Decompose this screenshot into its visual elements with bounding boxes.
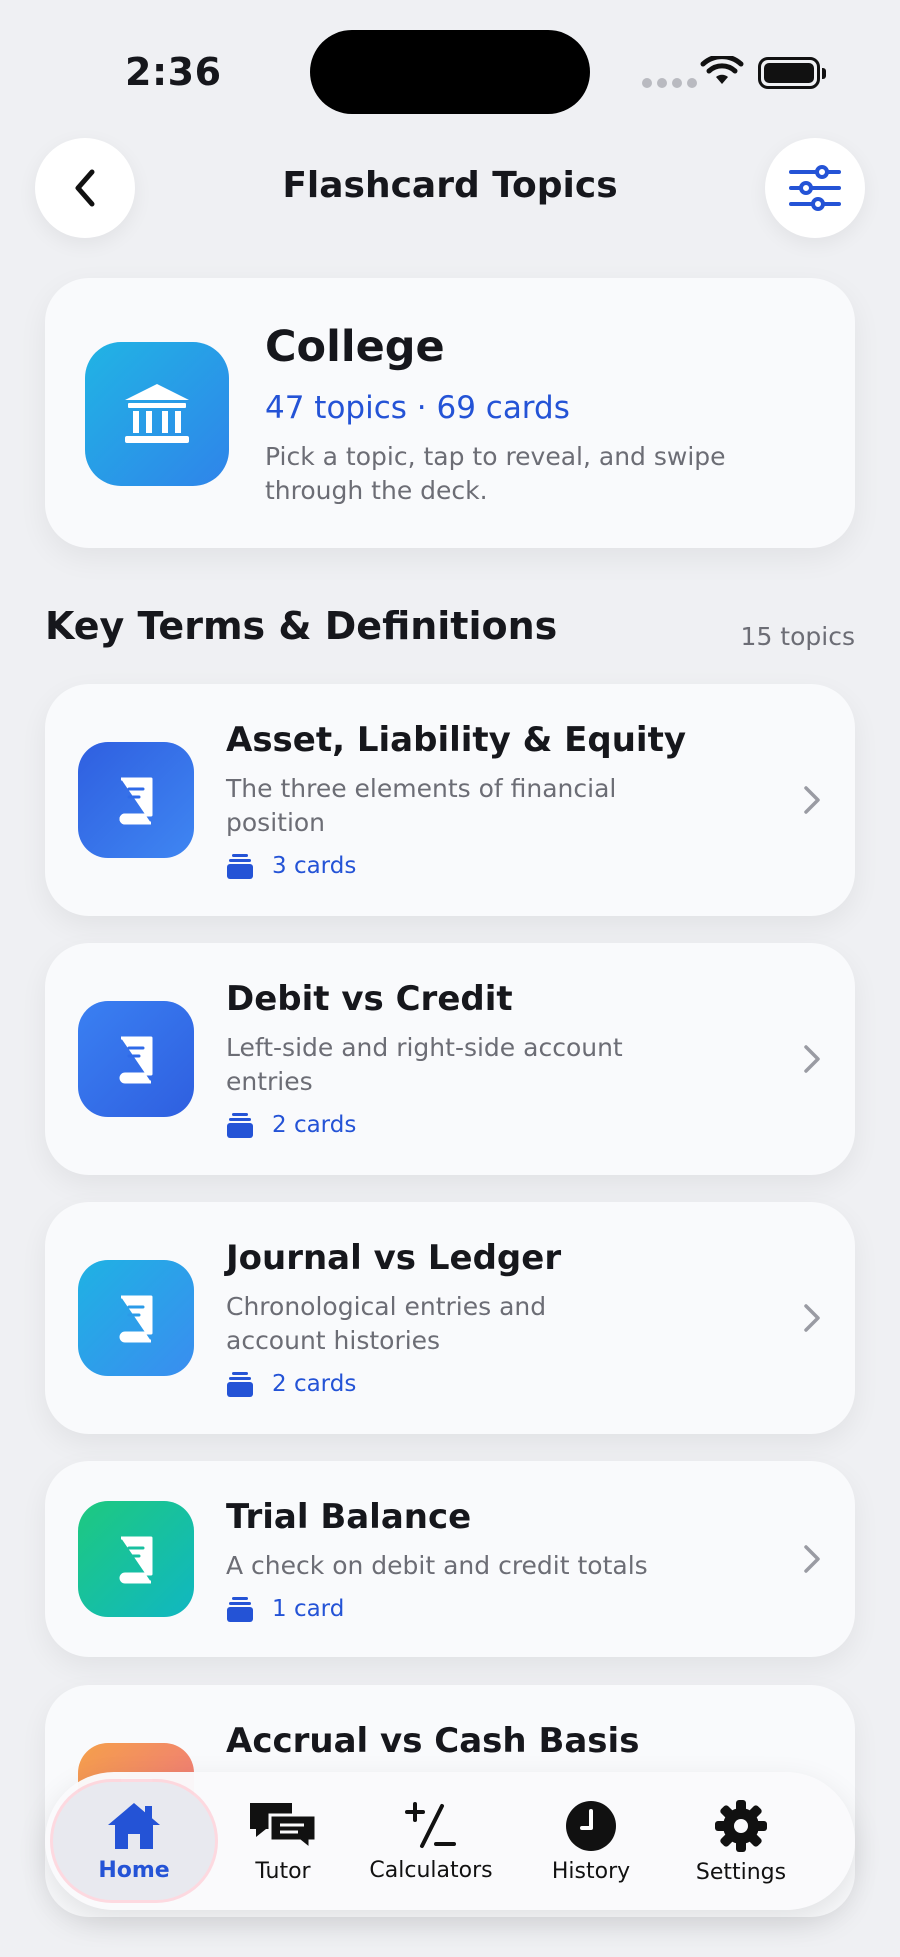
tab-home[interactable]: Home <box>53 1782 215 1900</box>
home-icon <box>108 1802 160 1849</box>
battery-icon <box>758 57 826 89</box>
topic-card[interactable]: Journal vs Ledger Chronological entries … <box>45 1202 855 1434</box>
topic-title: Accrual vs Cash Basis <box>226 1721 640 1761</box>
topic-title: Debit vs Credit <box>226 979 513 1019</box>
chat-icon <box>250 1802 318 1852</box>
tab-label: Settings <box>695 1859 787 1885</box>
tab-label: Home <box>98 1857 170 1883</box>
card-stack-icon <box>227 1597 253 1622</box>
topic-title: Asset, Liability & Equity <box>226 720 686 760</box>
gear-icon <box>715 1799 767 1852</box>
clock-icon <box>566 1800 616 1851</box>
tab-history[interactable]: History <box>511 1782 671 1900</box>
topic-description: Left-side and right-side account entries <box>226 1033 623 1096</box>
topic-description: The three elements of financial position <box>226 774 617 837</box>
topic-card-count: 2 cards <box>226 1370 356 1398</box>
tab-tutor[interactable]: Tutor <box>215 1782 351 1900</box>
cellular-signal-icon <box>642 78 697 88</box>
topic-card[interactable]: Asset, Liability & Equity The three elem… <box>45 684 855 916</box>
card-stack-icon <box>227 854 253 879</box>
topic-description: A check on debit and credit totals <box>226 1551 648 1580</box>
summary-card: College 47 topics · 69 cards Pick a topi… <box>45 278 855 548</box>
card-count-label: 2 cards <box>272 1371 357 1397</box>
topic-title: Trial Balance <box>226 1497 472 1537</box>
chevron-right-icon <box>804 1045 820 1073</box>
card-count-label: 3 cards <box>272 853 357 879</box>
topic-card-count: 3 cards <box>226 852 356 880</box>
tab-label: Calculators <box>369 1857 493 1883</box>
tab-bar: Home Tutor Calculators History Settings <box>45 1772 855 1910</box>
chevron-right-icon <box>804 1304 820 1332</box>
filter-button[interactable] <box>765 138 865 238</box>
topic-card-count: 2 cards <box>226 1111 356 1139</box>
topic-card[interactable]: Debit vs Credit Left-side and right-side… <box>45 943 855 1175</box>
dynamic-island <box>310 30 590 114</box>
tab-label: History <box>551 1858 631 1884</box>
book-icon <box>78 1001 194 1117</box>
topic-description: Chronological entries and account histor… <box>226 1292 547 1355</box>
tab-settings[interactable]: Settings <box>671 1782 811 1900</box>
topic-title: Journal vs Ledger <box>226 1238 562 1278</box>
wifi-icon <box>700 56 744 84</box>
card-stack-icon <box>227 1113 253 1138</box>
summary-stats: 47 topics · 69 cards <box>265 390 570 426</box>
section-topic-count: 15 topics <box>740 622 855 651</box>
summary-title: College <box>265 322 445 372</box>
tab-calculators[interactable]: Calculators <box>351 1782 511 1900</box>
status-time: 2:36 <box>125 50 222 94</box>
book-icon <box>78 1501 194 1617</box>
chevron-right-icon <box>804 786 820 814</box>
card-count-label: 2 cards <box>272 1112 357 1138</box>
status-bar: 2:36 <box>0 0 900 130</box>
tab-label: Tutor <box>255 1858 311 1884</box>
card-count-label: 1 card <box>272 1596 345 1622</box>
section-title: Key Terms & Definitions <box>45 604 558 648</box>
college-icon <box>85 342 229 486</box>
topic-card[interactable]: Trial Balance A check on debit and credi… <box>45 1461 855 1657</box>
plus-minus-icon <box>405 1801 456 1848</box>
book-icon <box>78 742 194 858</box>
summary-description: Pick a topic, tap to reveal, and swipe t… <box>265 442 726 505</box>
topic-card-count: 1 card <box>226 1595 344 1623</box>
sliders-icon <box>789 165 841 211</box>
book-icon <box>78 1260 194 1376</box>
card-stack-icon <box>227 1372 253 1397</box>
chevron-right-icon <box>804 1545 820 1573</box>
